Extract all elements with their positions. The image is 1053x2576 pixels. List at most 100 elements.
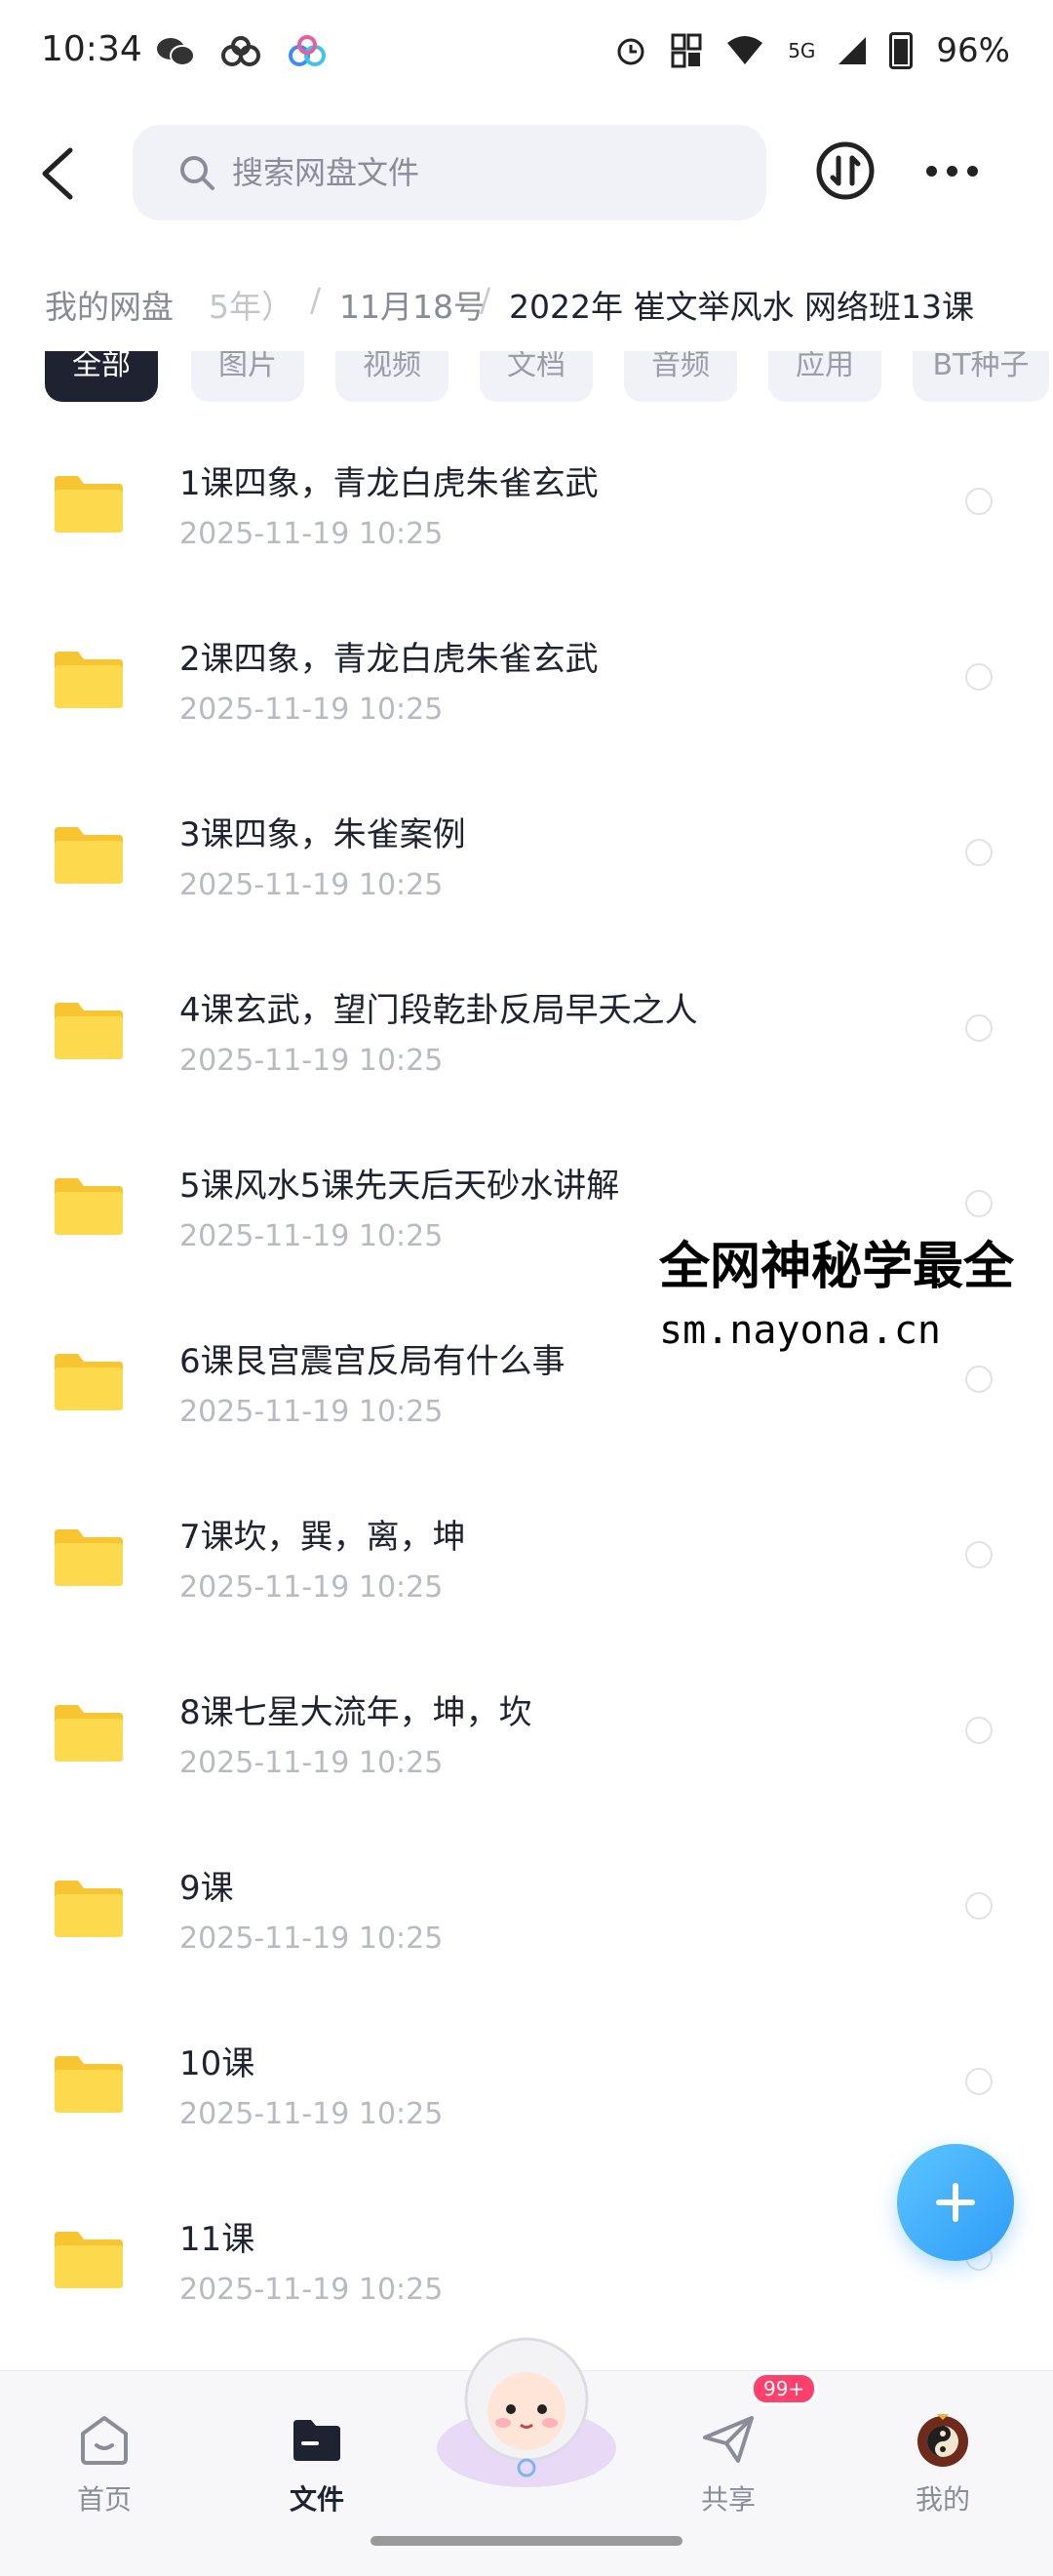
file-date: 2025-11-19 10:25 bbox=[179, 868, 444, 902]
breadcrumb-current: 2022年 崔文举风水 网络班13课 bbox=[509, 288, 974, 326]
file-date: 2025-11-19 10:25 bbox=[179, 1044, 444, 1078]
file-row[interactable]: 2课四象，青龙白虎朱雀玄武 2025-11-19 10:25 bbox=[0, 585, 1053, 761]
file-name: 3课四象，朱雀案例 bbox=[179, 815, 466, 854]
add-button[interactable] bbox=[897, 2144, 1014, 2261]
folder-icon bbox=[293, 2420, 340, 2461]
file-name: 7课坎，巽，离，坤 bbox=[179, 1518, 466, 1557]
file-row[interactable]: 4课玄武，望门段乾卦反局早夭之人 2025-11-19 10:25 bbox=[0, 936, 1053, 1112]
tab-audio[interactable]: 音频 bbox=[624, 351, 737, 402]
file-row[interactable]: 10课 2025-11-19 10:25 bbox=[0, 1990, 1053, 2165]
nfc-icon bbox=[671, 33, 702, 68]
wifi-icon bbox=[727, 36, 763, 64]
file-date: 2025-11-19 10:25 bbox=[179, 1570, 444, 1605]
select-checkbox[interactable] bbox=[965, 839, 993, 866]
select-checkbox[interactable] bbox=[965, 1717, 993, 1744]
folder-icon bbox=[55, 652, 123, 708]
folder-icon bbox=[55, 1705, 123, 1762]
nav-label: 我的 bbox=[915, 2483, 970, 2516]
tab-apps[interactable]: 应用 bbox=[768, 351, 881, 402]
folder-icon bbox=[55, 1354, 123, 1410]
more-options-button[interactable] bbox=[926, 154, 985, 187]
home-indicator bbox=[370, 2536, 682, 2546]
file-name: 2课四象，青龙白虎朱雀玄武 bbox=[179, 640, 599, 679]
nav-label: 首页 bbox=[76, 2483, 132, 2516]
search-input[interactable] bbox=[230, 153, 722, 192]
tab-documents[interactable]: 文档 bbox=[480, 351, 593, 402]
file-date: 2025-11-19 10:25 bbox=[179, 1746, 444, 1780]
file-name: 10课 bbox=[179, 2044, 255, 2083]
file-row[interactable]: 1课四象，青龙白虎朱雀玄武 2025-11-19 10:25 bbox=[0, 410, 1053, 585]
file-name: 5课风水5课先天后天砂水讲解 bbox=[179, 1167, 620, 1206]
header bbox=[0, 115, 1053, 232]
nav-label: 共享 bbox=[700, 2483, 756, 2516]
folder-icon bbox=[55, 2056, 123, 2113]
wechat-icon bbox=[157, 38, 195, 66]
file-name: 11课 bbox=[179, 2220, 255, 2259]
file-date: 2025-11-19 10:25 bbox=[179, 1219, 444, 1253]
network-type: 5G bbox=[788, 39, 816, 62]
file-name: 8课七星大流年，坤，坎 bbox=[179, 1693, 532, 1732]
status-time: 10:34 bbox=[41, 29, 142, 69]
file-name: 6课艮宫震宫反局有什么事 bbox=[179, 1342, 566, 1381]
home-icon bbox=[81, 2416, 128, 2465]
select-checkbox[interactable] bbox=[965, 488, 993, 515]
search-icon bbox=[180, 156, 214, 190]
file-date: 2025-11-19 10:25 bbox=[179, 693, 444, 727]
folder-icon bbox=[55, 1529, 123, 1586]
search-box[interactable] bbox=[133, 125, 766, 220]
select-checkbox[interactable] bbox=[965, 1190, 993, 1217]
file-row[interactable]: 3课四象，朱雀案例 2025-11-19 10:25 bbox=[0, 761, 1053, 936]
tab-images[interactable]: 图片 bbox=[191, 351, 304, 402]
breadcrumb-parent-faded[interactable]: 5年） bbox=[209, 281, 293, 328]
transfer-button[interactable] bbox=[815, 140, 876, 201]
select-checkbox[interactable] bbox=[965, 663, 993, 691]
more-dot bbox=[947, 165, 957, 177]
status-left-icons bbox=[156, 35, 328, 68]
file-row[interactable]: 11课 2025-11-19 10:25 bbox=[0, 2165, 1053, 2341]
breadcrumb-separator: / bbox=[480, 281, 491, 319]
file-row[interactable]: 8课七星大流年，坤，坎 2025-11-19 10:25 bbox=[0, 1639, 1053, 1814]
yin-yang-avatar-icon bbox=[917, 2414, 968, 2467]
tab-all[interactable]: 全部 bbox=[45, 351, 158, 402]
nav-me[interactable]: 我的 bbox=[870, 2393, 1016, 2519]
select-checkbox[interactable] bbox=[965, 2068, 993, 2095]
watermark-line-2: sm.nayona.cn bbox=[659, 1308, 941, 1353]
breadcrumb-separator: / bbox=[310, 281, 322, 319]
filter-tabs: 全部 图片 视频 文档 音频 应用 BT种子 bbox=[0, 351, 1053, 402]
status-bar: 10:34 5G 96% bbox=[0, 0, 1053, 107]
folder-icon bbox=[55, 1003, 123, 1059]
select-checkbox[interactable] bbox=[965, 1892, 993, 1920]
nav-label: 文件 bbox=[289, 2483, 344, 2516]
breadcrumb-date-folder[interactable]: 11月18号 bbox=[339, 281, 486, 328]
more-dot bbox=[967, 165, 978, 177]
folder-icon bbox=[55, 827, 123, 884]
select-checkbox[interactable] bbox=[965, 1541, 993, 1568]
nav-share[interactable]: 共享 bbox=[655, 2393, 801, 2519]
folder-icon bbox=[55, 1881, 123, 1937]
breadcrumb-root[interactable]: 我的网盘 bbox=[45, 281, 174, 328]
file-date: 2025-11-19 10:25 bbox=[179, 517, 444, 551]
nav-files[interactable]: 文件 bbox=[244, 2393, 390, 2519]
folder-icon bbox=[55, 2232, 123, 2288]
tab-videos[interactable]: 视频 bbox=[335, 351, 448, 402]
mascot-assistant-button[interactable] bbox=[429, 2321, 624, 2487]
watermark-line-1: 全网神秘学最全 bbox=[659, 1238, 1015, 1296]
baidu-netdisk-icon bbox=[289, 35, 326, 66]
paper-plane-icon bbox=[703, 2416, 754, 2463]
status-right-icons: 5G 96% bbox=[614, 31, 1010, 70]
share-badge: 99+ bbox=[751, 2372, 818, 2405]
file-row[interactable]: 7课坎，巽，离，坤 2025-11-19 10:25 bbox=[0, 1463, 1053, 1639]
folder-icon bbox=[55, 1178, 123, 1235]
select-checkbox[interactable] bbox=[965, 1366, 993, 1393]
nav-home[interactable]: 首页 bbox=[31, 2393, 177, 2519]
cloud-link-icon bbox=[221, 36, 260, 66]
battery-level: 96% bbox=[936, 31, 1010, 70]
tab-bt-torrents[interactable]: BT种子 bbox=[913, 351, 1049, 402]
select-checkbox[interactable] bbox=[965, 1014, 993, 1042]
back-button[interactable] bbox=[35, 144, 80, 203]
alarm-icon bbox=[617, 38, 644, 65]
file-name: 4课玄武，望门段乾卦反局早夭之人 bbox=[179, 991, 698, 1030]
file-date: 2025-11-19 10:25 bbox=[179, 2273, 444, 2307]
file-row[interactable]: 9课 2025-11-19 10:25 bbox=[0, 1814, 1053, 1990]
file-name: 9课 bbox=[179, 1869, 234, 1908]
